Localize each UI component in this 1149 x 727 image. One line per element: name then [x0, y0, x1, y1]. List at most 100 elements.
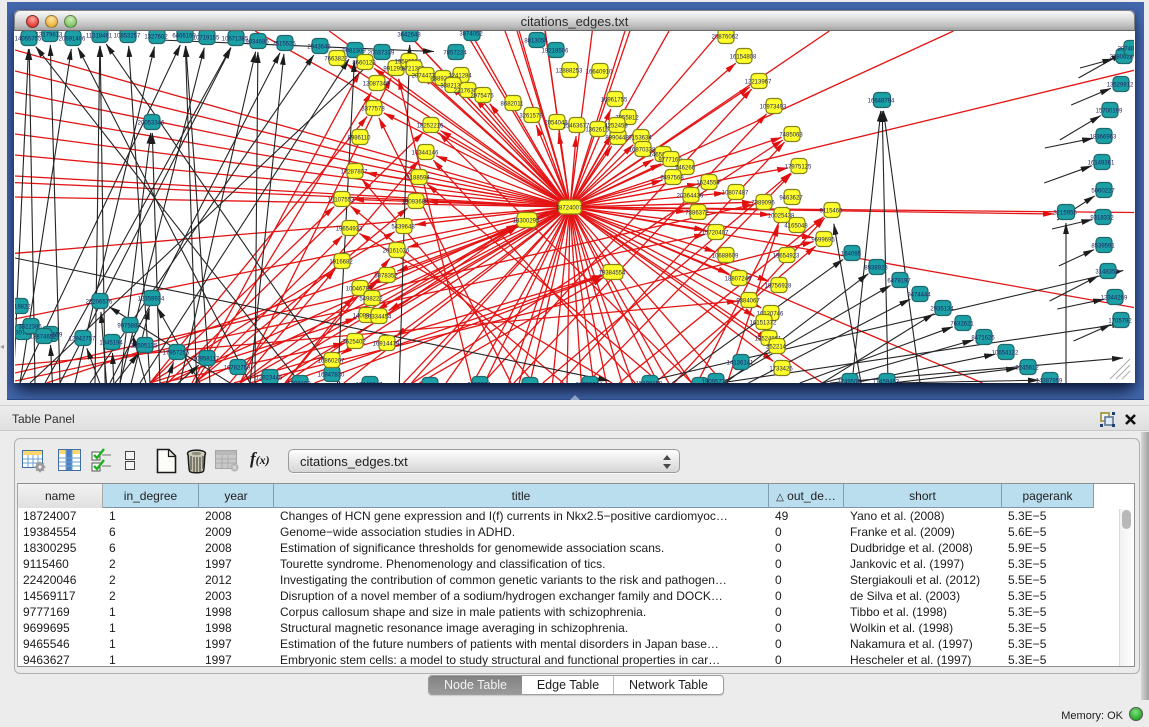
svg-text:14387959: 14387959: [1036, 379, 1063, 384]
svg-text:19448347: 19448347: [356, 383, 383, 384]
svg-text:8471626: 8471626: [971, 336, 995, 342]
svg-text:3642648: 3642648: [397, 33, 421, 39]
svg-text:7386372: 7386372: [685, 211, 709, 217]
svg-text:2935134: 2935134: [930, 307, 954, 313]
svg-text:7515526: 7515526: [272, 42, 296, 48]
svg-text:5439648: 5439648: [391, 225, 415, 231]
svg-text:9975887: 9975887: [117, 324, 141, 330]
svg-text:5878352: 5878352: [374, 274, 398, 280]
svg-text:1624554: 1624554: [696, 181, 720, 187]
svg-text:5219822: 5219822: [15, 305, 31, 311]
svg-text:2943646: 2943646: [307, 45, 331, 51]
svg-text:16782759: 16782759: [224, 366, 251, 372]
svg-text:2975475: 2975475: [470, 94, 494, 100]
svg-text:21353914: 21353914: [576, 383, 603, 384]
svg-text:1705792: 1705792: [1108, 319, 1132, 325]
svg-text:11318461: 11318461: [86, 34, 113, 40]
svg-text:17957255: 17957255: [163, 351, 190, 357]
svg-text:20364436: 20364436: [677, 194, 704, 200]
svg-text:8660123: 8660123: [352, 61, 376, 67]
svg-text:5308102: 5308102: [287, 382, 311, 384]
svg-text:20206576: 20206576: [86, 300, 113, 306]
svg-text:1345194: 1345194: [99, 341, 123, 347]
svg-text:19654933: 19654933: [336, 227, 363, 233]
svg-text:10958117: 10958117: [193, 357, 220, 363]
svg-text:3148352: 3148352: [1095, 270, 1119, 276]
svg-text:18874652: 18874652: [30, 335, 57, 341]
svg-text:14136141: 14136141: [727, 361, 754, 367]
svg-text:7749509: 7749509: [837, 380, 861, 384]
svg-text:20876062: 20876062: [712, 35, 739, 41]
svg-text:10807487: 10807487: [722, 191, 749, 197]
svg-text:16961755: 16961755: [601, 98, 628, 104]
svg-text:6497568: 6497568: [660, 176, 684, 182]
svg-text:19654923: 19654923: [773, 254, 800, 260]
svg-text:19095773: 19095773: [702, 380, 729, 384]
svg-text:19218506: 19218506: [542, 49, 569, 55]
svg-text:1733426: 1733426: [769, 367, 793, 373]
svg-text:3261579: 3261579: [519, 114, 543, 120]
svg-text:12888253: 12888253: [556, 69, 583, 75]
svg-text:9318332: 9318332: [1090, 216, 1114, 222]
svg-text:16151372: 16151372: [750, 321, 777, 327]
svg-text:9699695: 9699695: [811, 238, 835, 244]
svg-text:7857224: 7857224: [443, 51, 467, 57]
svg-text:18724007: 18724007: [556, 206, 583, 212]
svg-text:19756928: 19756928: [765, 284, 792, 290]
svg-text:9463627: 9463627: [779, 196, 803, 202]
svg-text:9474444: 9474444: [907, 293, 931, 299]
svg-text:15463677: 15463677: [563, 124, 590, 130]
svg-text:11459463: 11459463: [873, 380, 900, 384]
svg-text:8813054: 8813054: [524, 39, 548, 45]
svg-text:9153634: 9153634: [628, 136, 652, 142]
svg-text:4165048: 4165048: [784, 224, 808, 230]
svg-text:16149361: 16149361: [1088, 161, 1115, 167]
svg-text:8682011: 8682011: [501, 102, 525, 108]
svg-text:5060227: 5060227: [1091, 189, 1115, 195]
svg-text:8938923: 8938923: [864, 266, 888, 272]
svg-text:12213967: 12213967: [745, 80, 772, 86]
svg-text:9034686: 9034686: [245, 40, 269, 46]
svg-text:17975125: 17975125: [785, 165, 812, 171]
svg-text:10719155: 10719155: [193, 36, 220, 42]
svg-text:18807249: 18807249: [725, 277, 752, 283]
svg-text:164095: 164095: [841, 252, 862, 258]
svg-text:18300295: 18300295: [513, 219, 540, 225]
svg-text:4252458: 4252458: [604, 124, 628, 130]
svg-text:10688609: 10688609: [712, 254, 739, 260]
svg-text:6479197: 6479197: [887, 279, 911, 285]
svg-text:8986110: 8986110: [348, 136, 372, 142]
svg-text:12505135: 12505135: [131, 344, 158, 350]
svg-text:12923446: 12923446: [256, 376, 283, 382]
svg-text:19384554: 19384554: [599, 271, 626, 277]
svg-text:16648794: 16648794: [868, 99, 895, 105]
svg-text:12344269: 12344269: [1101, 296, 1128, 302]
svg-text:8539591: 8539591: [1091, 244, 1115, 250]
svg-text:19093688: 19093688: [402, 200, 429, 206]
svg-text:20334454: 20334454: [365, 315, 392, 321]
svg-text:5498222: 5498222: [359, 297, 383, 303]
svg-text:16947830: 16947830: [318, 373, 345, 379]
svg-text:3215955: 3215955: [1053, 211, 1077, 217]
svg-text:252214: 252214: [766, 345, 787, 351]
svg-text:15700199: 15700199: [1096, 109, 1123, 115]
svg-text:10654122: 10654122: [992, 351, 1019, 357]
svg-text:3377578: 3377578: [361, 107, 385, 113]
svg-text:13529912: 13529912: [1107, 83, 1134, 89]
svg-text:7663822: 7663822: [324, 57, 348, 63]
svg-text:18252216: 18252216: [417, 124, 444, 130]
svg-text:9893824: 9893824: [467, 383, 491, 384]
svg-text:1916682: 1916682: [329, 260, 353, 266]
svg-text:15720407: 15720407: [702, 231, 729, 237]
svg-text:16914479: 16914479: [373, 342, 400, 348]
svg-text:10344146: 10344146: [412, 151, 439, 157]
svg-text:9245612: 9245612: [1015, 366, 1039, 372]
svg-text:9115460: 9115460: [820, 209, 844, 215]
svg-text:12087340: 12087340: [363, 82, 390, 88]
svg-text:12942757: 12942757: [69, 337, 96, 343]
svg-text:16640910: 16640910: [586, 70, 613, 76]
svg-text:20053346: 20053346: [138, 121, 165, 127]
svg-text:1327602: 1327602: [144, 35, 168, 41]
svg-text:17287807: 17287807: [341, 170, 368, 176]
svg-text:9384067: 9384067: [736, 299, 760, 305]
